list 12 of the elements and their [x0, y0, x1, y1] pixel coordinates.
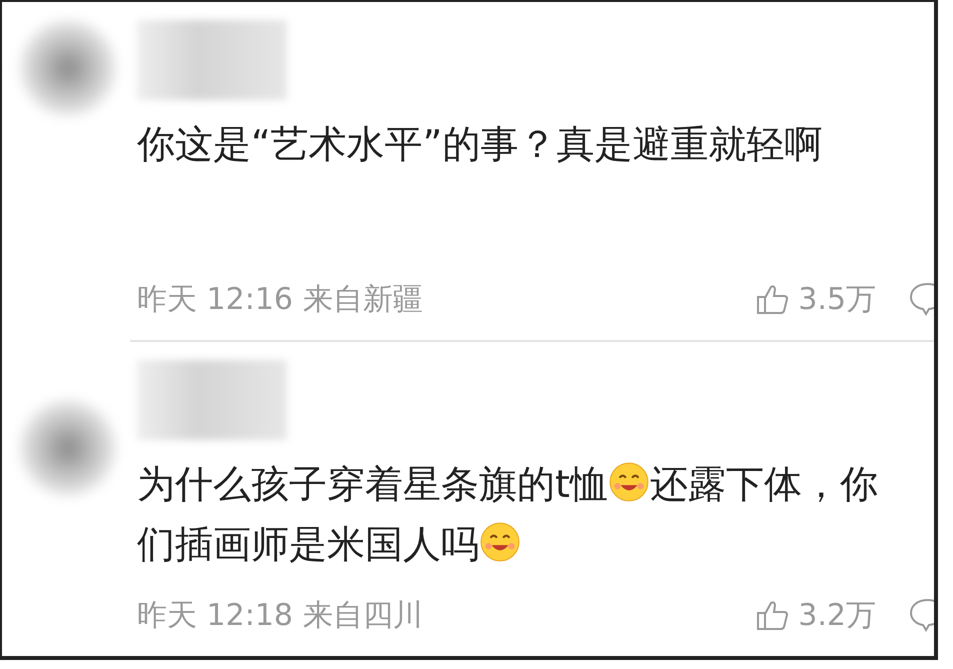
emoji-icon [479, 520, 521, 563]
comment-location: 来自新疆 [303, 280, 423, 319]
comment-text: 你这是“艺术水平”的事？真是避重就轻啊 [137, 121, 824, 168]
like-count: 3.2万 [798, 596, 876, 635]
comment-time: 昨天 12:16 [137, 280, 293, 319]
emoji-icon [608, 460, 650, 503]
thumbs-up-icon[interactable] [756, 599, 790, 632]
comment-text: 为什么孩子穿着星条旗的t恤 还露下体，你们插画师是米国人吗 [137, 460, 879, 568]
thumbs-up-icon[interactable] [756, 283, 790, 316]
comment-location: 来自四川 [303, 596, 423, 635]
comment-time: 昨天 12:18 [137, 596, 293, 635]
like-count: 3.5万 [798, 280, 876, 319]
